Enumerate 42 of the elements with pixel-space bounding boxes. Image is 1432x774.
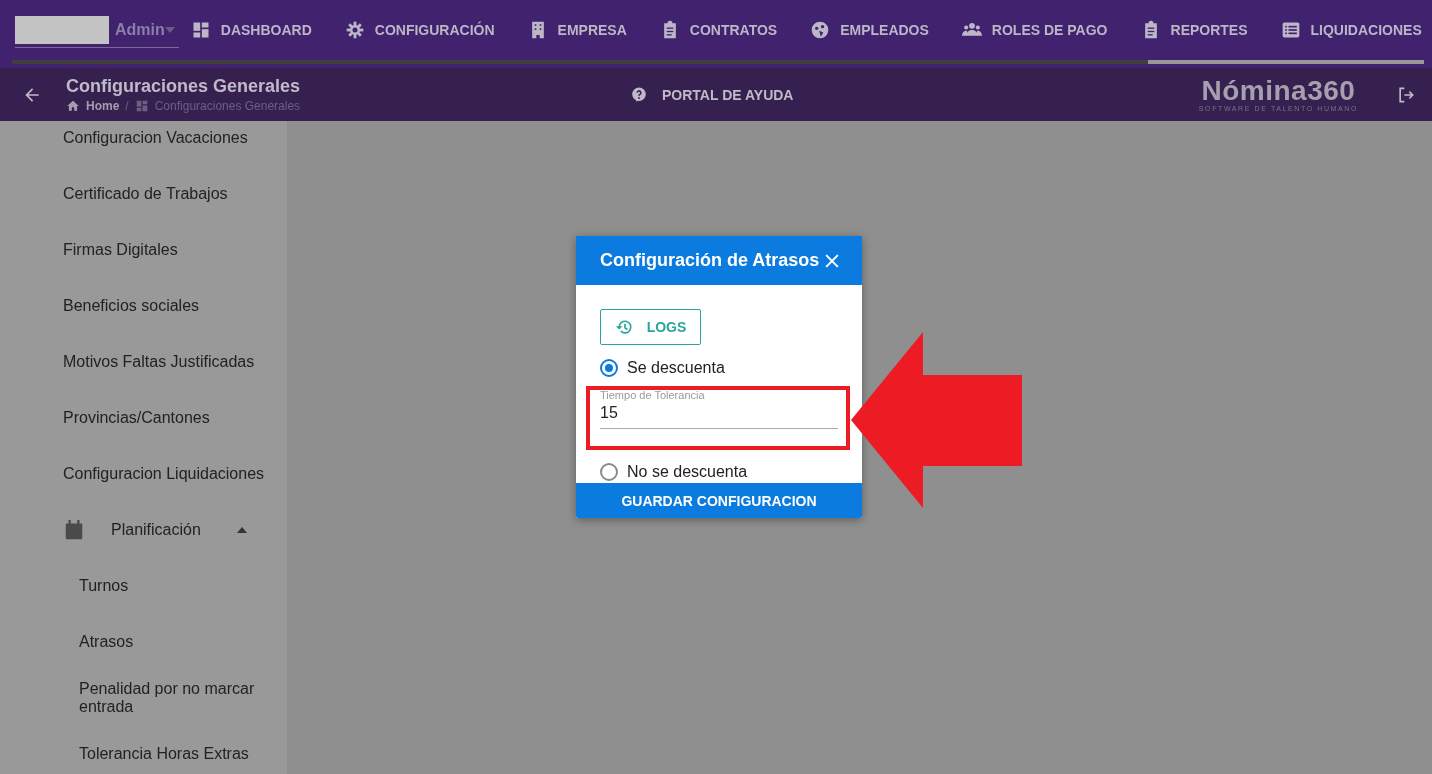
radio-option[interactable]: Se descuenta: [600, 359, 725, 377]
sidebar-item[interactable]: Certificado de Trabajos: [0, 166, 287, 222]
calendar-icon: [63, 519, 85, 541]
sidebar-item[interactable]: Configuracion Vacaciones: [0, 121, 287, 166]
nav-item[interactable]: CONFIGURACIÓN: [344, 20, 495, 40]
page-title: Configuraciones Generales: [66, 76, 302, 97]
sidebar-item[interactable]: Configuracion Liquidaciones: [0, 446, 287, 502]
nav-item[interactable]: ROLES DE PAGO: [961, 20, 1108, 40]
dialog-title: Configuración de Atrasos: [600, 250, 821, 271]
nav-item[interactable]: DASHBOARD: [190, 20, 312, 40]
history-icon: [614, 317, 635, 337]
nav-item[interactable]: EMPRESA: [527, 20, 627, 40]
nav-item[interactable]: LIQUIDACIONES: [1280, 20, 1422, 40]
sidebar-subitem[interactable]: Atrasos: [0, 614, 269, 670]
breadcrumb-link[interactable]: Home: [86, 99, 120, 113]
user-name: Admin: [115, 20, 165, 39]
breadcrumb-separator: /: [125, 99, 129, 113]
nav-item[interactable]: CONTRATOS: [659, 20, 778, 40]
nav-item[interactable]: EMPLEADOS: [810, 20, 929, 40]
help-portal-link[interactable]: PORTAL DE AYUDA: [624, 84, 800, 105]
sidebar-subitem[interactable]: Tolerancia Horas Extras: [0, 726, 269, 774]
globe-icon: [810, 20, 831, 40]
home-icon: [66, 99, 80, 113]
sidebar-item[interactable]: Firmas Digitales: [0, 222, 287, 278]
tolerance-input[interactable]: 15: [600, 404, 838, 422]
sidebar-subitem[interactable]: Turnos: [0, 558, 269, 614]
sidebar-subitem[interactable]: Penalidad por no marcar entrada: [0, 670, 269, 726]
radio-option[interactable]: No se descuenta: [600, 463, 748, 481]
sidebar-item[interactable]: Provincias/Cantones: [0, 390, 287, 446]
logo-text: Nómina360: [1200, 77, 1357, 105]
sidebar-item[interactable]: Motivos Faltas Justificadas: [0, 334, 287, 390]
list-icon: [1280, 20, 1301, 40]
input-field[interactable]: Tiempo de Tolerancia 15: [600, 389, 838, 429]
dashboard-icon: [134, 99, 149, 113]
nav-item[interactable]: REPORTES: [1140, 20, 1248, 40]
save-button[interactable]: GUARDAR CONFIGURACION: [576, 483, 862, 518]
logs-button[interactable]: LOGS: [600, 309, 701, 345]
breadcrumb-current: Configuraciones Generales: [154, 99, 301, 113]
gear-icon: [344, 20, 365, 40]
sidebar-group[interactable]: Planificación: [0, 502, 287, 558]
sidebar-item[interactable]: Beneficios sociales: [0, 278, 287, 334]
help-icon: [630, 85, 648, 104]
